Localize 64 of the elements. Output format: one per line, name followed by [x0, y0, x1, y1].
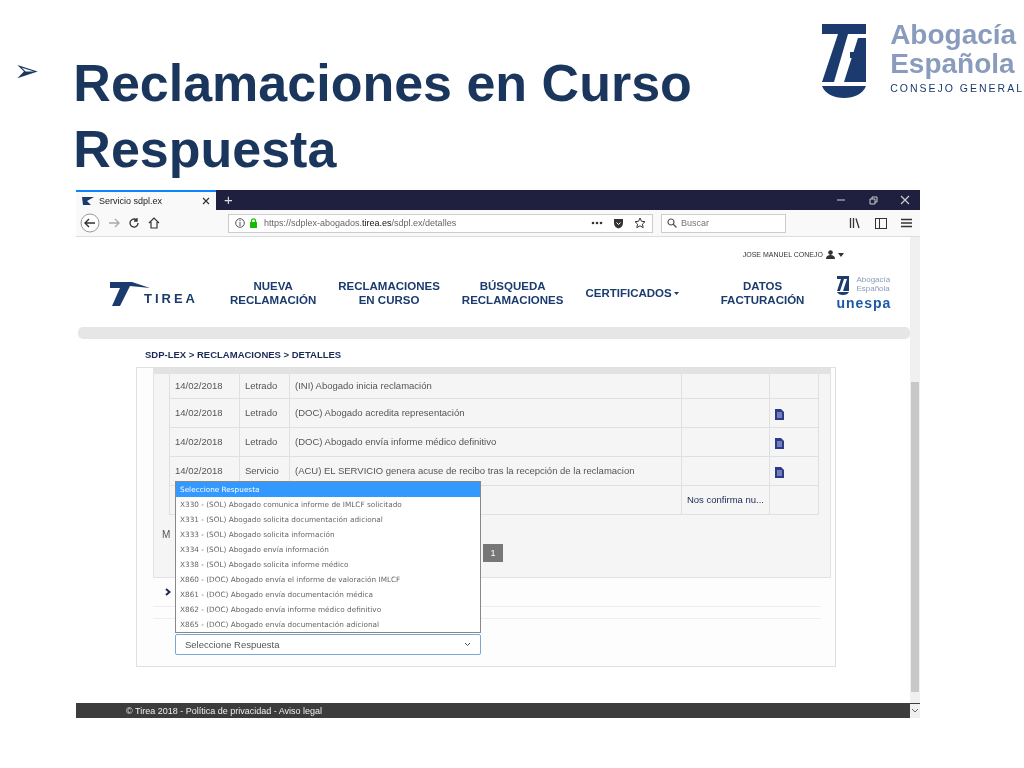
- date-cell: 14/02/2018: [175, 380, 223, 391]
- date-cell: 14/02/2018: [175, 464, 223, 476]
- logo-icon: [820, 22, 869, 98]
- chevron-down-icon: [464, 642, 471, 647]
- table-cell: (DOC) Abogado envía informe médico definitivo: [295, 435, 497, 447]
- document-icon[interactable]: [775, 437, 784, 449]
- sidebar-icon[interactable]: [875, 217, 887, 229]
- nav-link[interactable]: RECLAMACIONES EN CURSO: [338, 279, 440, 307]
- search-field[interactable]: Buscar: [661, 213, 786, 233]
- scroll-down-icon[interactable]: [910, 703, 920, 718]
- shield-icon[interactable]: [613, 217, 624, 229]
- search-icon: [667, 218, 677, 228]
- table-cell: Letrado: [245, 380, 278, 391]
- site-favicon-icon: [82, 196, 94, 206]
- star-icon[interactable]: [634, 217, 646, 229]
- nav-link[interactable]: BÚSQUEDA RECLAMACIONES: [461, 279, 564, 307]
- nav-link[interactable]: NUEVA RECLAMACIÓN: [230, 279, 317, 307]
- table-cell: Servicio: [245, 464, 279, 476]
- logo-text: Española: [856, 284, 891, 293]
- address-bar[interactable]: https://sdplex-abogados.tirea.es/sdpl.ex/detalles: [228, 213, 653, 233]
- nav-link[interactable]: CERTIFICADOS: [585, 286, 679, 300]
- response-select[interactable]: Seleccione Respuesta: [175, 634, 481, 655]
- table-label: M: [162, 528, 171, 540]
- slide-title: Reclamaciones en Curso: [73, 53, 693, 114]
- chevron-icon[interactable]: [165, 588, 171, 596]
- document-icon[interactable]: [775, 408, 784, 420]
- caret-icon: [673, 291, 679, 295]
- logo-text: Abogacía: [890, 20, 1018, 49]
- document-icon[interactable]: [775, 466, 784, 478]
- logo-icon: [836, 275, 851, 295]
- close-icon[interactable]: [202, 197, 210, 205]
- scrollbar[interactable]: [910, 237, 920, 703]
- menu-icon[interactable]: [901, 218, 912, 228]
- brand-name: TIREA: [144, 291, 198, 306]
- library-icon[interactable]: [849, 217, 861, 229]
- table-cell: (DOC) Abogado acredita representación: [295, 406, 465, 418]
- logo-text: Abogacía: [856, 275, 891, 284]
- logo-text: unespa: [836, 295, 892, 311]
- browser-tab[interactable]: Servicio sdpl.ex: [76, 190, 216, 210]
- user-icon: [826, 250, 835, 259]
- new-tab-button[interactable]: +: [216, 190, 241, 210]
- caret-icon: [838, 252, 844, 257]
- page-button[interactable]: 1: [483, 543, 503, 562]
- table-cell: Nos confirma nu...: [686, 493, 764, 505]
- date-cell: 14/02/2018: [175, 435, 223, 447]
- footer-text: © Tirea 2018 - Política de privacidad - Aviso legal: [126, 705, 323, 716]
- info-icon: [235, 218, 245, 228]
- slide-title: Respuesta: [73, 119, 338, 180]
- table-cell: (ACU) EL SERVICIO genera acuse de recibo tras la recepción de la reclamacion: [295, 464, 635, 476]
- table-cell: Letrado: [245, 435, 278, 447]
- date-cell: 14/02/2018: [175, 406, 223, 418]
- more-icon[interactable]: [591, 221, 603, 225]
- logo-subtitle: CONSEJO GENERAL: [890, 82, 1024, 94]
- nav-link[interactable]: DATOS FACTURACIÓN: [720, 279, 805, 307]
- bullet-arrow: ➢: [14, 56, 40, 86]
- reload-icon[interactable]: [128, 217, 140, 229]
- home-icon[interactable]: [148, 217, 160, 229]
- breadcrumb: SDP-LEX > RECLAMACIONES > DETALLES: [144, 348, 343, 362]
- table-cell: (INI) Abogado inicia reclamación: [295, 380, 432, 391]
- restore-icon[interactable]: [868, 195, 878, 205]
- back-icon[interactable]: [80, 213, 100, 233]
- padlock-icon: [249, 218, 258, 228]
- logo-text: Española: [890, 49, 1015, 78]
- table-cell: Letrado: [245, 406, 278, 418]
